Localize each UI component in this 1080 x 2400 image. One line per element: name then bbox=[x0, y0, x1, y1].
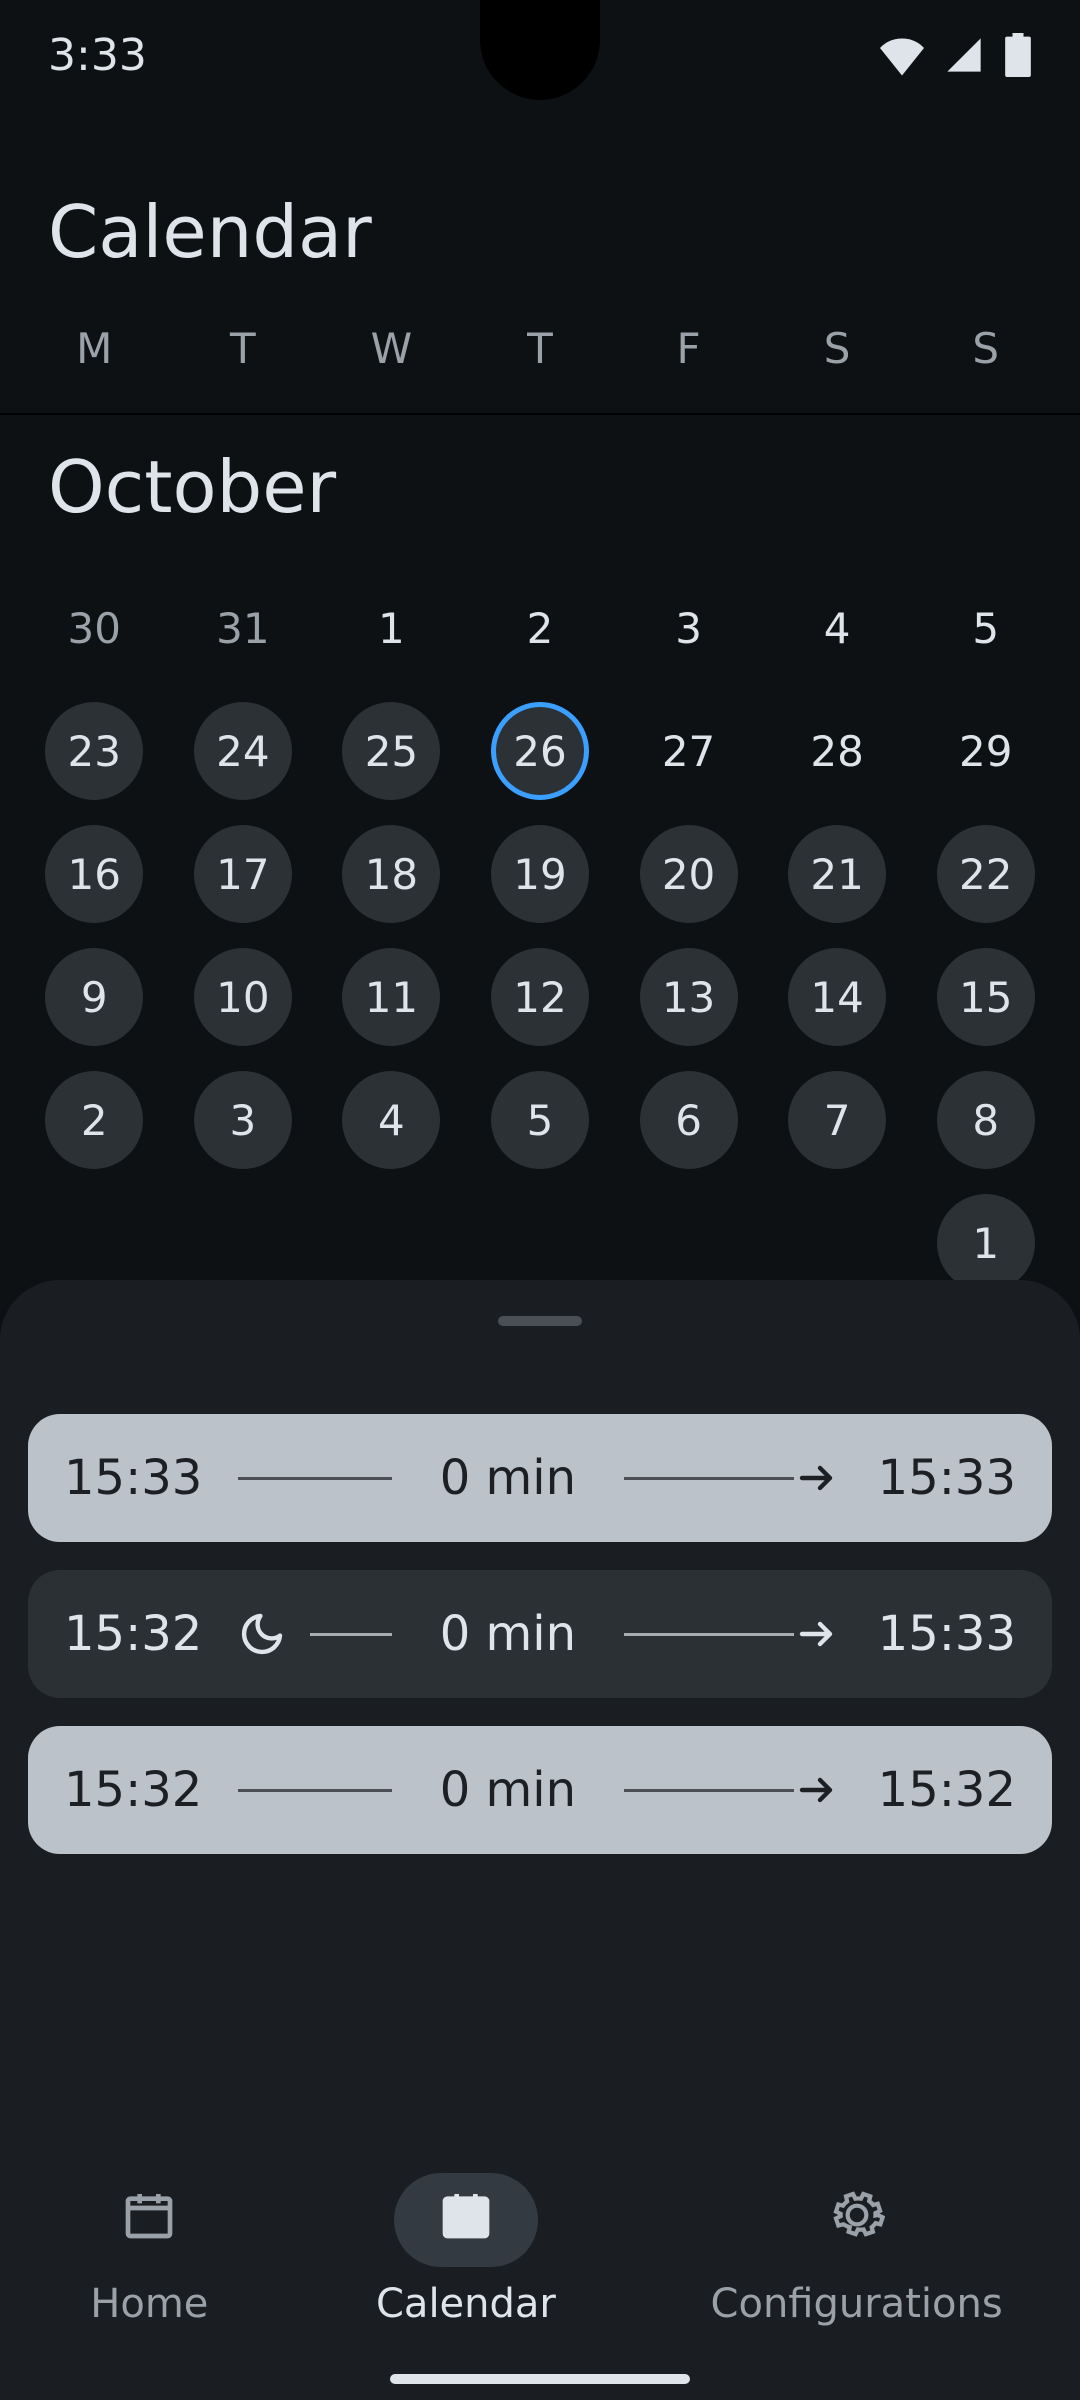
weekday-label: W bbox=[317, 324, 466, 373]
calendar-day[interactable]: 8 bbox=[937, 1071, 1035, 1169]
month-label: October bbox=[0, 415, 1080, 559]
calendar-day[interactable]: 12 bbox=[491, 948, 589, 1046]
nav-item-home[interactable]: Home bbox=[77, 2173, 221, 2327]
weekday-label: S bbox=[763, 324, 912, 373]
weekday-label: T bbox=[466, 324, 615, 373]
calendar-day[interactable]: 6 bbox=[640, 1071, 738, 1169]
entry-duration: 0 min bbox=[416, 1450, 600, 1506]
bottom-nav: Home Calendar Configurations bbox=[0, 2160, 1080, 2340]
status-time: 3:33 bbox=[48, 30, 147, 81]
calendar-day[interactable]: 4 bbox=[788, 579, 886, 677]
calendar-grid: 3031123452324252627282916171819202122910… bbox=[0, 559, 1080, 1332]
timeline-entry[interactable]: 15:33 0 min 15:33 bbox=[28, 1414, 1052, 1542]
nav-item-calendar[interactable]: Calendar bbox=[376, 2173, 556, 2327]
entry-line bbox=[238, 1477, 392, 1480]
calendar-filled-icon bbox=[394, 2173, 538, 2267]
gear-icon bbox=[785, 2173, 929, 2267]
weekday-header: M T W T F S S bbox=[0, 324, 1080, 413]
calendar-day[interactable]: 11 bbox=[342, 948, 440, 1046]
calendar-day[interactable]: 21 bbox=[788, 825, 886, 923]
calendar-day[interactable]: 3 bbox=[194, 1071, 292, 1169]
calendar-day[interactable]: 5 bbox=[937, 579, 1035, 677]
calendar-day[interactable]: 26 bbox=[491, 702, 589, 800]
calendar-day[interactable]: 27 bbox=[640, 702, 738, 800]
nav-label: Home bbox=[90, 2281, 208, 2327]
wifi-icon bbox=[880, 33, 924, 77]
weekday-label: F bbox=[614, 324, 763, 373]
calendar-day[interactable]: 17 bbox=[194, 825, 292, 923]
entry-duration: 0 min bbox=[416, 1606, 600, 1662]
calendar-day[interactable]: 9 bbox=[45, 948, 143, 1046]
calendar-day[interactable]: 18 bbox=[342, 825, 440, 923]
nav-item-configurations[interactable]: Configurations bbox=[711, 2173, 1003, 2327]
status-icons bbox=[880, 33, 1032, 77]
weekday-label: M bbox=[20, 324, 169, 373]
calendar-day[interactable]: 7 bbox=[788, 1071, 886, 1169]
drag-handle[interactable] bbox=[498, 1316, 582, 1326]
entry-start-time: 15:33 bbox=[64, 1450, 214, 1506]
timeline-entry[interactable]: 15:32 0 min 15:32 bbox=[28, 1726, 1052, 1854]
nav-label: Calendar bbox=[376, 2281, 556, 2327]
calendar-day[interactable]: 19 bbox=[491, 825, 589, 923]
calendar-day[interactable]: 29 bbox=[937, 702, 1035, 800]
entry-start-time: 15:32 bbox=[64, 1606, 214, 1662]
calendar-day[interactable]: 23 bbox=[45, 702, 143, 800]
moon-icon bbox=[238, 1610, 286, 1658]
calendar-outline-icon bbox=[77, 2173, 221, 2267]
calendar-day[interactable]: 15 bbox=[937, 948, 1035, 1046]
calendar-day[interactable]: 4 bbox=[342, 1071, 440, 1169]
entry-end-time: 15:33 bbox=[866, 1606, 1016, 1662]
calendar-day[interactable]: 24 bbox=[194, 702, 292, 800]
calendar-day[interactable]: 5 bbox=[491, 1071, 589, 1169]
calendar-day[interactable]: 2 bbox=[45, 1071, 143, 1169]
entry-arrow bbox=[624, 1454, 842, 1502]
entry-line bbox=[238, 1789, 392, 1792]
calendar-day[interactable]: 31 bbox=[194, 579, 292, 677]
entry-line bbox=[310, 1633, 392, 1636]
calendar-day[interactable]: 16 bbox=[45, 825, 143, 923]
arrow-right-icon bbox=[794, 1454, 842, 1502]
timeline-entry[interactable]: 15:32 0 min 15:33 bbox=[28, 1570, 1052, 1698]
calendar-day[interactable]: 10 bbox=[194, 948, 292, 1046]
calendar-day[interactable]: 28 bbox=[788, 702, 886, 800]
calendar-day[interactable]: 2 bbox=[491, 579, 589, 677]
battery-icon bbox=[1004, 33, 1032, 77]
entry-start-time: 15:32 bbox=[64, 1762, 214, 1818]
calendar-day[interactable]: 14 bbox=[788, 948, 886, 1046]
cellular-icon bbox=[944, 35, 984, 75]
weekday-label: T bbox=[169, 324, 318, 373]
arrow-right-icon bbox=[794, 1610, 842, 1658]
nav-label: Configurations bbox=[711, 2281, 1003, 2327]
arrow-right-icon bbox=[794, 1766, 842, 1814]
calendar-day[interactable]: 3 bbox=[640, 579, 738, 677]
entry-arrow bbox=[624, 1766, 842, 1814]
calendar-day[interactable]: 13 bbox=[640, 948, 738, 1046]
entry-end-time: 15:33 bbox=[866, 1450, 1016, 1506]
calendar-day[interactable]: 25 bbox=[342, 702, 440, 800]
entry-arrow bbox=[624, 1610, 842, 1658]
calendar-day[interactable]: 30 bbox=[45, 579, 143, 677]
weekday-label: S bbox=[911, 324, 1060, 373]
entry-duration: 0 min bbox=[416, 1762, 600, 1818]
calendar-day[interactable]: 1 bbox=[342, 579, 440, 677]
entry-end-time: 15:32 bbox=[866, 1762, 1016, 1818]
gesture-bar[interactable] bbox=[390, 2374, 690, 2384]
page-title: Calendar bbox=[0, 110, 1080, 324]
calendar-day[interactable]: 1 bbox=[937, 1194, 1035, 1292]
calendar-day[interactable]: 22 bbox=[937, 825, 1035, 923]
calendar-day[interactable]: 20 bbox=[640, 825, 738, 923]
